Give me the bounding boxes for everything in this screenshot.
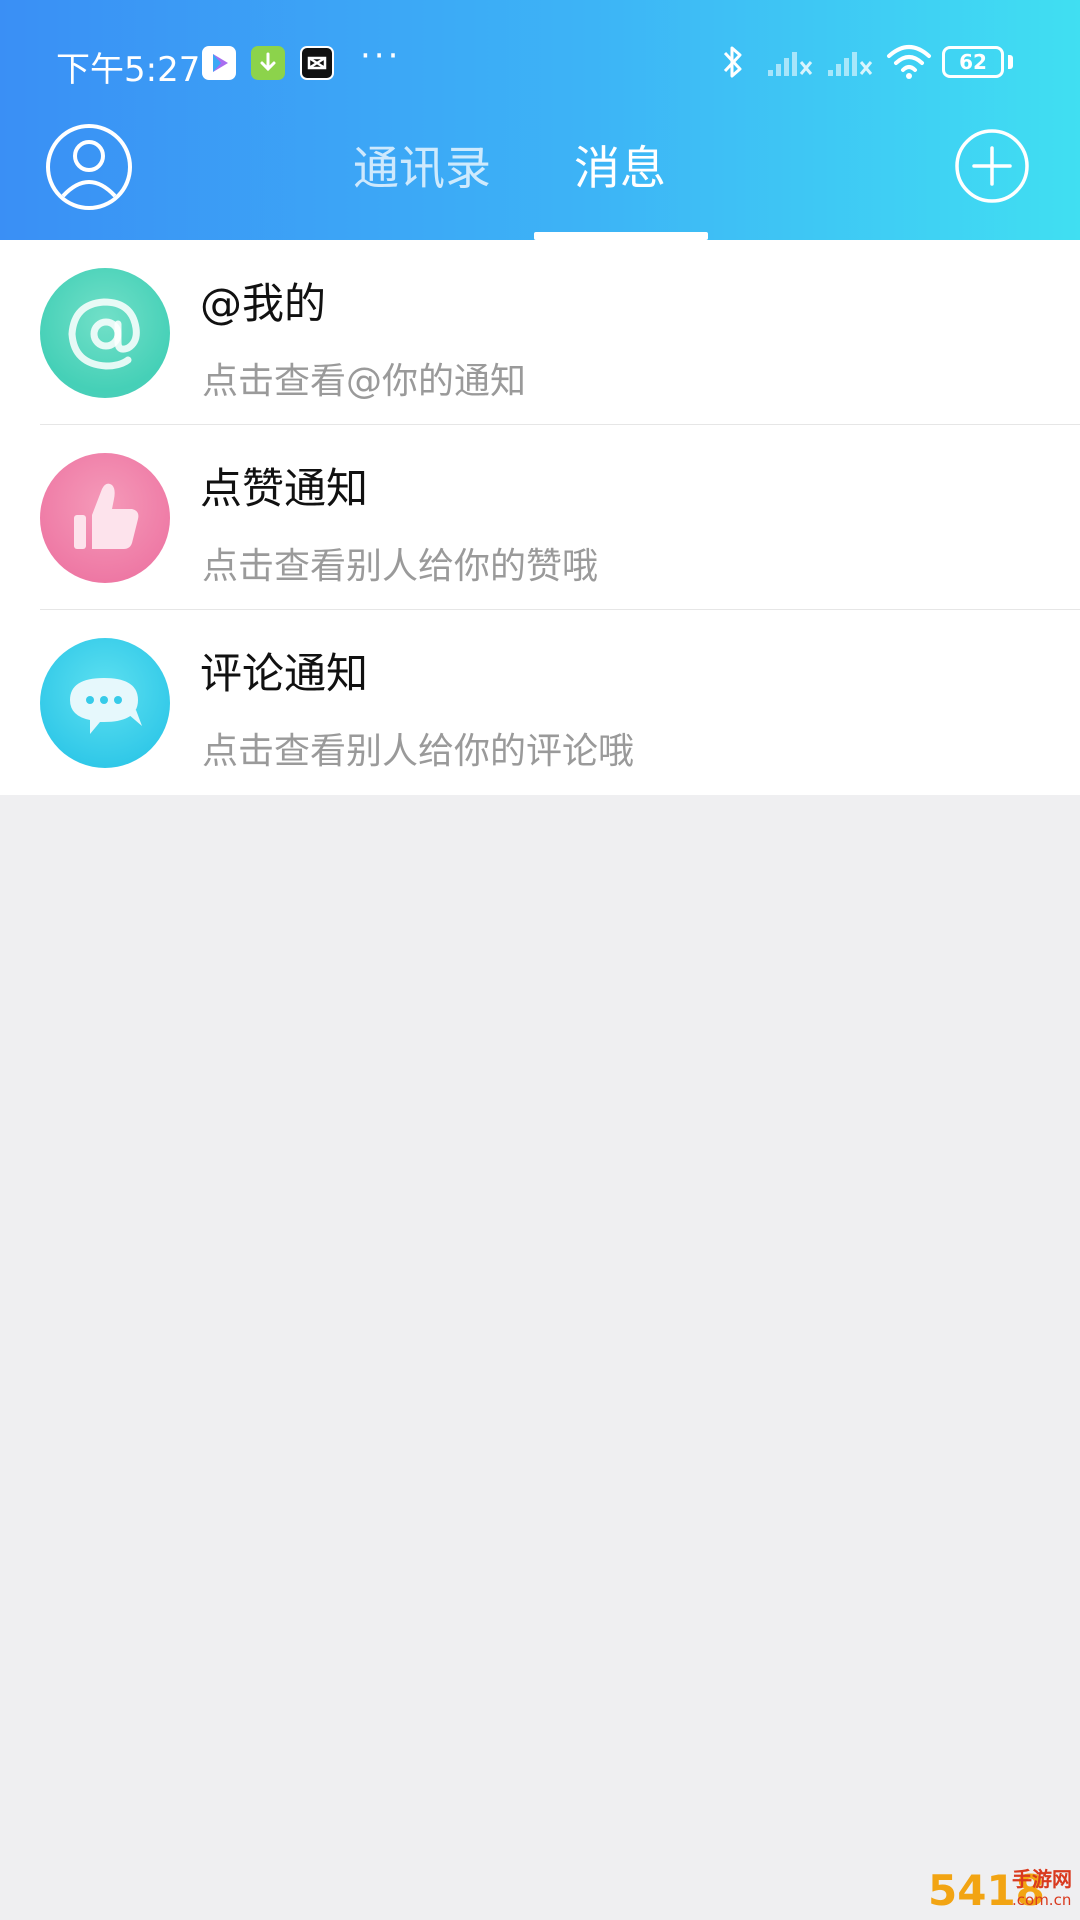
- signal-icon-2: [828, 52, 873, 76]
- item-subtitle: 点击查看@你的通知: [202, 361, 527, 402]
- item-title: @我的: [200, 279, 327, 328]
- status-bar: 下午5:27 ··· 62: [0, 36, 1080, 92]
- app-header: 下午5:27 ··· 62 通讯录 消息: [0, 0, 1080, 240]
- status-time: 下午5:27: [56, 50, 201, 90]
- download-notification-icon: [251, 46, 285, 80]
- bluetooth-icon: [723, 46, 742, 78]
- status-icons: 62: [720, 36, 1080, 92]
- site-watermark-logo: 5418 手游网 .com.cn: [928, 1866, 1078, 1916]
- at-icon: [40, 268, 170, 398]
- more-notifications-icon: ···: [360, 36, 402, 76]
- list-item-likes[interactable]: 点赞通知 点击查看别人给你的赞哦: [0, 425, 1080, 610]
- tab-contacts[interactable]: 通讯录: [346, 136, 498, 200]
- list-item-at-me[interactable]: @我的 点击查看@你的通知: [0, 240, 1080, 425]
- battery-cap: [1008, 55, 1013, 69]
- battery-level: 62: [959, 50, 987, 74]
- top-nav: 通讯录 消息: [0, 110, 1080, 240]
- item-title: 评论通知: [200, 649, 369, 698]
- signal-icon: [768, 52, 813, 76]
- wifi-icon: [887, 45, 931, 79]
- add-icon[interactable]: [954, 128, 1030, 204]
- tab-messages[interactable]: 消息: [570, 136, 670, 200]
- watermark-text: 手游网: [1012, 1867, 1072, 1891]
- list-item-comments[interactable]: 评论通知 点击查看别人给你的评论哦: [0, 610, 1080, 795]
- item-subtitle: 点击查看别人给你的评论哦: [202, 731, 635, 772]
- profile-avatar-icon[interactable]: [44, 122, 134, 212]
- chat-bubble-icon: [40, 638, 170, 768]
- play-store-notification-icon: [202, 46, 236, 80]
- active-tab-indicator: [534, 232, 708, 240]
- battery-icon: 62: [942, 46, 1004, 78]
- capcut-notification-icon: [300, 46, 334, 80]
- thumbs-up-icon: [40, 453, 170, 583]
- item-subtitle: 点击查看别人给你的赞哦: [202, 546, 599, 587]
- item-title: 点赞通知: [200, 464, 369, 513]
- message-list: @我的 点击查看@你的通知 点赞通知 点击查看别人给你的赞哦 评论通知 点击查看…: [0, 240, 1080, 795]
- watermark-domain: .com.cn: [1012, 1891, 1072, 1909]
